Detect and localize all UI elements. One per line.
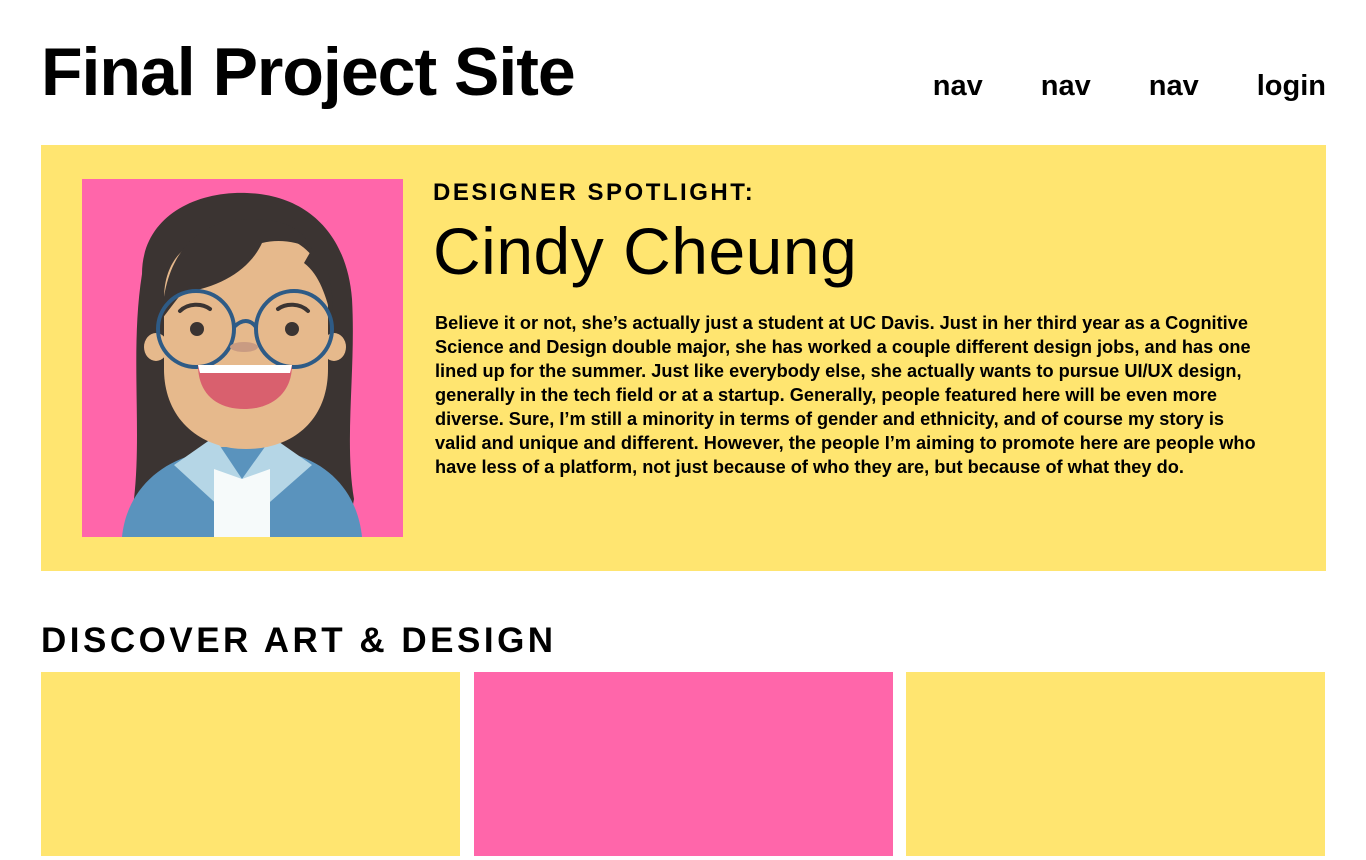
designer-bio: Believe it or not, she’s actually just a…: [435, 313, 1256, 477]
nav-link-2[interactable]: nav: [1041, 68, 1091, 104]
site-header: Final Project Site nav nav nav login: [41, 34, 1326, 114]
discover-card[interactable]: [474, 672, 893, 856]
nav-link-3[interactable]: nav: [1149, 68, 1199, 104]
spotlight-text: DESIGNER SPOTLIGHT: Cindy Cheung Believe…: [433, 179, 1273, 479]
nav-link-1[interactable]: nav: [933, 68, 983, 104]
discover-card[interactable]: [906, 672, 1325, 856]
avatar-illustration-icon: [122, 192, 362, 537]
avatar: [82, 179, 403, 537]
designer-name: Cindy Cheung: [433, 214, 858, 288]
discover-card[interactable]: [41, 672, 460, 856]
discover-heading: DISCOVER ART & DESIGN: [41, 621, 557, 660]
site-title[interactable]: Final Project Site: [41, 34, 576, 110]
designer-spotlight: DESIGNER SPOTLIGHT: Cindy Cheung Believe…: [41, 145, 1326, 571]
page: Final Project Site nav nav nav login DES…: [0, 0, 1366, 860]
discover-cards: [41, 672, 1326, 856]
login-link[interactable]: login: [1257, 68, 1326, 104]
spotlight-label: DESIGNER SPOTLIGHT:: [433, 179, 756, 206]
main-nav: nav nav nav login: [933, 68, 1326, 104]
